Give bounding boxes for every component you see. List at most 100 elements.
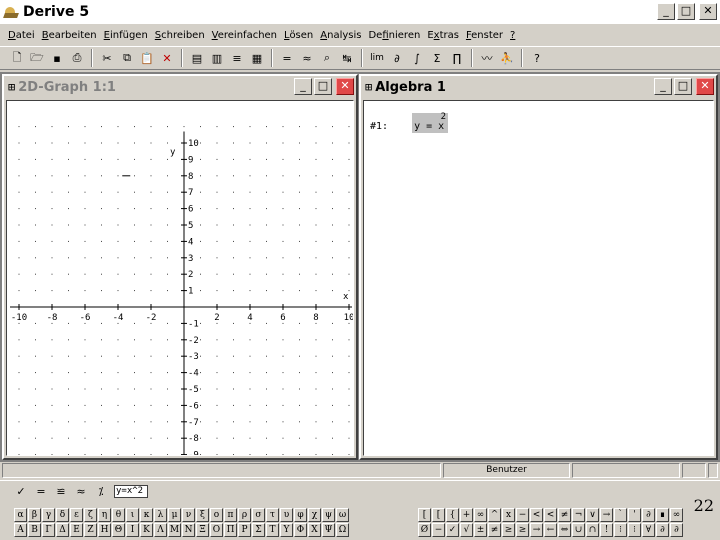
greek-key[interactable]: Π xyxy=(224,523,237,537)
save-icon[interactable]: ▪ xyxy=(48,49,66,67)
copy-icon[interactable]: ⧉ xyxy=(118,49,136,67)
open-icon[interactable]: 🗁 xyxy=(28,49,46,67)
algebra-close-button[interactable]: ✕ xyxy=(696,78,714,95)
symbol-key[interactable]: ≠ xyxy=(488,523,501,537)
graph-minimize-button[interactable]: _ xyxy=(294,78,312,95)
greek-key[interactable]: Ι xyxy=(126,523,139,537)
insert-note-icon[interactable]: ▥ xyxy=(208,49,226,67)
greek-key[interactable]: κ xyxy=(140,508,153,522)
greek-key[interactable]: Ξ xyxy=(196,523,209,537)
symbol-key[interactable]: ⇔ xyxy=(558,523,571,537)
integral-icon[interactable]: ∫ xyxy=(408,49,426,67)
symbol-key[interactable]: ∂ xyxy=(656,523,669,537)
algebra-sheet[interactable]: #1: 2 y = x xyxy=(363,100,714,456)
greek-key[interactable]: η xyxy=(98,508,111,522)
symbol-key[interactable]: ⁝ xyxy=(628,523,641,537)
menu-item-8[interactable]: Extras xyxy=(427,30,459,41)
greek-key[interactable]: ξ xyxy=(196,508,209,522)
menu-item-7[interactable]: Definieren xyxy=(368,30,420,41)
greek-key[interactable]: μ xyxy=(168,508,181,522)
menu-item-10[interactable]: ? xyxy=(510,30,515,41)
derivative-icon[interactable]: ∂ xyxy=(388,49,406,67)
symbol-key[interactable]: ∩ xyxy=(586,523,599,537)
graph-maximize-button[interactable]: □ xyxy=(314,78,332,95)
graph-window[interactable]: ⊞ 2D-Graph 1:1 _ □ ✕ -10 -8 -6 -4 -2 2 4 6 8 10 10… xyxy=(2,74,358,460)
greek-key[interactable]: ζ xyxy=(84,508,97,522)
check-icon[interactable]: ✓ xyxy=(14,485,28,498)
print-icon[interactable]: ⎙ xyxy=(68,49,86,67)
menu-item-3[interactable]: Schreiben xyxy=(155,30,205,41)
greek-key[interactable]: Δ xyxy=(56,523,69,537)
expression-input[interactable]: y=x^2 xyxy=(114,485,148,498)
symbol-key[interactable]: ± xyxy=(474,523,487,537)
delete-icon[interactable]: ✕ xyxy=(158,49,176,67)
menu-item-9[interactable]: Fenster xyxy=(466,30,503,41)
symbol-key[interactable]: ' xyxy=(628,508,641,522)
greek-key[interactable]: Φ xyxy=(294,523,307,537)
greek-key[interactable]: Ε xyxy=(70,523,83,537)
greek-key[interactable]: Ψ xyxy=(322,523,335,537)
symbol-key[interactable]: ∞ xyxy=(474,508,487,522)
greek-key[interactable]: ο xyxy=(210,508,223,522)
maximize-button[interactable]: □ xyxy=(677,3,695,20)
graph-window-titlebar[interactable]: ⊞ 2D-Graph 1:1 _ □ ✕ xyxy=(4,76,356,98)
graph-close-button[interactable]: ✕ xyxy=(336,78,354,95)
symbol-key[interactable]: < xyxy=(530,508,543,522)
paste-icon[interactable]: 📋 xyxy=(138,49,156,67)
symbol-key[interactable]: ∀ xyxy=(642,523,655,537)
symbol-key[interactable]: ∎ xyxy=(656,508,669,522)
menu-item-5[interactable]: Lösen xyxy=(284,30,313,41)
symbol-key[interactable]: ∂ xyxy=(642,508,655,522)
plot-2d-icon[interactable]: 〰 xyxy=(478,49,496,67)
greek-key[interactable]: Β xyxy=(28,523,41,537)
symbol-key[interactable]: ≥ xyxy=(502,523,515,537)
algebra-maximize-button[interactable]: □ xyxy=(674,78,692,95)
greek-key[interactable]: Ζ xyxy=(84,523,97,537)
resize-grip[interactable] xyxy=(708,463,719,478)
symbol-key[interactable]: ^ xyxy=(488,508,501,522)
expression-highlighted[interactable]: 2 y = x xyxy=(412,112,449,133)
plot-area[interactable]: -10 -8 -6 -4 -2 2 4 6 8 10 10 9 8 7 6 5 4 3 2 1 -1 -2 -3 -4 -5 -6… xyxy=(7,101,354,456)
simplify-entry-icon[interactable]: ≌ xyxy=(54,485,68,498)
greek-key[interactable]: Υ xyxy=(280,523,293,537)
symbol-key[interactable]: − xyxy=(432,523,445,537)
symbol-key[interactable]: ! xyxy=(600,523,613,537)
greek-key[interactable]: α xyxy=(14,508,27,522)
symbol-key[interactable]: + xyxy=(460,508,473,522)
symbol-key[interactable]: ← xyxy=(544,523,557,537)
greek-key[interactable]: Χ xyxy=(308,523,321,537)
symbol-key[interactable]: [ xyxy=(432,508,445,522)
symbol-key[interactable]: ∪ xyxy=(572,523,585,537)
symbol-key[interactable]: ` xyxy=(614,508,627,522)
greek-key[interactable]: Σ xyxy=(252,523,265,537)
symbol-key[interactable]: ¬ xyxy=(572,508,585,522)
plot-3d-icon[interactable]: ⛹ xyxy=(498,49,516,67)
algebra-window-titlebar[interactable]: ⊞ Algebra 1 _ □ ✕ xyxy=(361,76,716,98)
greek-key[interactable]: σ xyxy=(252,508,265,522)
cut-icon[interactable]: ✂ xyxy=(98,49,116,67)
new-icon[interactable]: 🗋 xyxy=(8,49,26,67)
insert-matrix-icon[interactable]: ▦ xyxy=(248,49,266,67)
insert-text-icon[interactable]: ▤ xyxy=(188,49,206,67)
symbol-key[interactable]: { xyxy=(446,508,459,522)
greek-key[interactable]: ν xyxy=(182,508,195,522)
symbol-key[interactable]: ✓ xyxy=(446,523,459,537)
approx-entry-icon[interactable]: ≈ xyxy=(74,485,88,498)
greek-key[interactable]: Γ xyxy=(42,523,55,537)
greek-key[interactable]: τ xyxy=(266,508,279,522)
symbol-key[interactable]: Ø xyxy=(418,523,431,537)
greek-key[interactable]: Α xyxy=(14,523,27,537)
symbol-key[interactable]: x xyxy=(502,508,515,522)
greek-key[interactable]: δ xyxy=(56,508,69,522)
equals-icon[interactable]: = xyxy=(34,485,48,498)
algebra-minimize-button[interactable]: _ xyxy=(654,78,672,95)
menu-item-0[interactable]: Datei xyxy=(8,30,35,41)
menu-item-1[interactable]: Bearbeiten xyxy=(42,30,97,41)
menu-item-4[interactable]: Vereinfachen xyxy=(212,30,277,41)
greek-key[interactable]: ι xyxy=(126,508,139,522)
greek-key[interactable]: ω xyxy=(336,508,349,522)
greek-key[interactable]: ρ xyxy=(238,508,251,522)
symbol-key[interactable]: [ xyxy=(418,508,431,522)
greek-key[interactable]: Μ xyxy=(168,523,181,537)
help-icon[interactable]: ? xyxy=(528,49,546,67)
